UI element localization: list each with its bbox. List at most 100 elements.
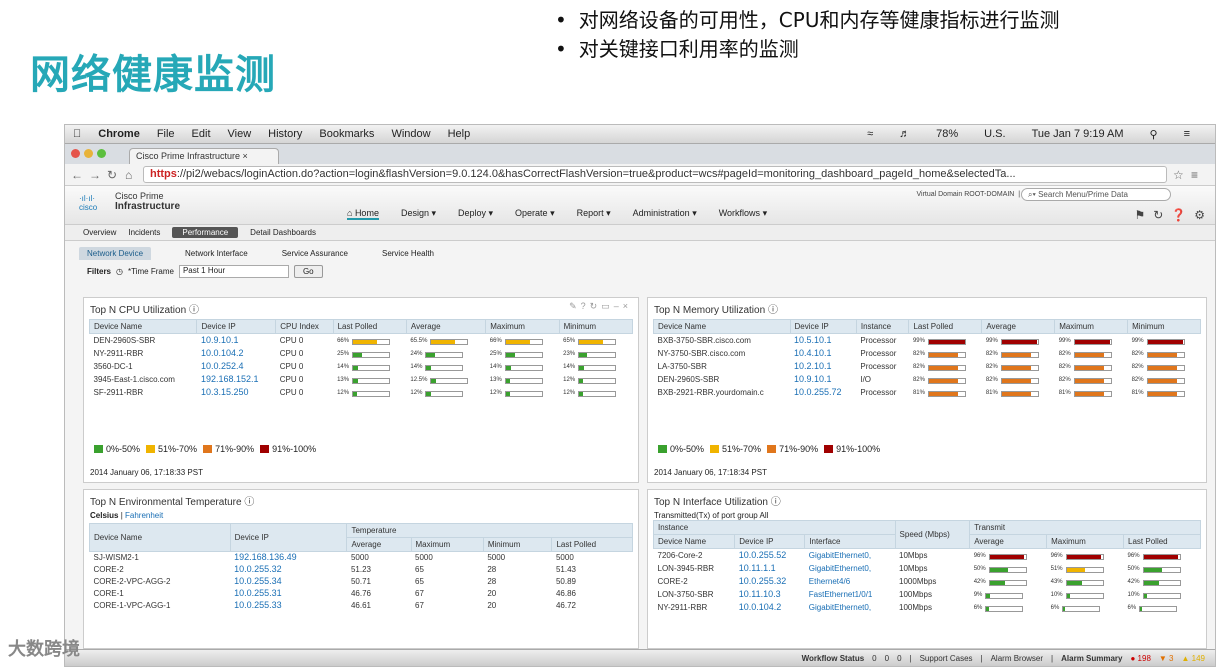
column-header[interactable]: Device IP xyxy=(196,319,277,334)
gear-icon[interactable]: ⚙ xyxy=(1194,208,1205,222)
reload-icon[interactable]: ↻ xyxy=(107,168,125,182)
device-ip-link[interactable]: 10.4.10.1 xyxy=(790,347,856,360)
menu-deploy[interactable]: Deploy ▾ xyxy=(458,208,493,220)
info-icon[interactable]: ⓘ xyxy=(771,497,781,508)
tab-network-interface[interactable]: Network Interface xyxy=(185,249,248,258)
menu-operate[interactable]: Operate ▾ xyxy=(515,208,555,220)
table-row[interactable]: LON-3750-SBR 10.11.10.3 FastEthernet1/0/1 1… xyxy=(654,588,1201,601)
table-row[interactable]: BXB-2921-RBR.yourdomain.c 10.0.255.72 Proc… xyxy=(654,386,1201,399)
settings-menu-icon[interactable]: ≡ xyxy=(1191,168,1209,182)
tab-overview[interactable]: Overview xyxy=(83,228,116,237)
menu-design[interactable]: Design ▾ xyxy=(401,208,436,220)
alarm-browser-link[interactable]: Alarm Browser xyxy=(991,654,1043,663)
menu-bookmarks[interactable]: Bookmarks xyxy=(319,128,374,140)
major-alarm-count[interactable]: ▼ 3 xyxy=(1159,654,1174,663)
interface-link[interactable]: GigabitEthernet0, xyxy=(805,549,895,563)
column-header[interactable]: Last Polled xyxy=(332,319,407,334)
column-header[interactable]: Last Polled xyxy=(551,537,633,552)
critical-alarm-count[interactable]: ● 198 xyxy=(1130,654,1150,663)
column-header[interactable]: Average xyxy=(346,537,412,552)
column-header[interactable]: Maximum xyxy=(1054,319,1129,334)
table-row[interactable]: CORE-1-VPC-AGG-1 10.0.255.33 46.61 67 20 46.7… xyxy=(90,600,633,612)
back-icon[interactable]: ← xyxy=(71,168,89,182)
column-header[interactable]: Interface xyxy=(804,534,896,549)
table-row[interactable]: NY-2911-RBR 10.0.104.2 CPU 0 25% 24% 25% 23% xyxy=(90,347,633,360)
column-header[interactable]: Average xyxy=(981,319,1056,334)
device-ip-link[interactable]: 10.0.255.52 xyxy=(735,549,805,563)
support-cases-link[interactable]: Support Cases xyxy=(920,654,973,663)
unit-fahrenheit[interactable]: Fahrenheit xyxy=(125,511,163,520)
workflow-count[interactable]: 0 xyxy=(872,654,876,663)
column-header[interactable]: Minimum xyxy=(482,537,553,552)
forward-icon[interactable]: → xyxy=(89,168,107,182)
menu-administration[interactable]: Administration ▾ xyxy=(633,208,697,220)
table-row[interactable]: NY-3750-SBR.cisco.com 10.4.10.1 Processor 8… xyxy=(654,347,1201,360)
info-icon[interactable]: ⓘ xyxy=(244,497,254,508)
device-ip-link[interactable]: 10.0.255.72 xyxy=(790,386,856,399)
column-header[interactable]: Device IP xyxy=(789,319,857,334)
table-row[interactable]: 7206-Core-2 10.0.255.52 GigabitEthernet0, 1… xyxy=(654,549,1201,563)
workflow-count[interactable]: 0 xyxy=(885,654,889,663)
volume-icon[interactable]: ♬ xyxy=(899,128,910,141)
menu-edit[interactable]: Edit xyxy=(192,128,211,140)
menu-file[interactable]: File xyxy=(157,128,175,140)
table-row[interactable]: DEN-2960S-SBR 10.9.10.1 I/O 82% 82% 82% 82% xyxy=(654,373,1201,386)
tab-performance[interactable]: Performance xyxy=(172,227,239,238)
device-ip-link[interactable]: 10.9.10.1 xyxy=(790,373,856,386)
input-flag[interactable]: U.S. xyxy=(984,128,1005,141)
column-header[interactable]: CPU Index xyxy=(275,319,334,334)
list-icon[interactable]: ≡ xyxy=(1184,128,1190,141)
device-ip-link[interactable]: 10.0.104.2 xyxy=(735,601,805,614)
go-button[interactable]: Go xyxy=(293,264,323,278)
device-ip-link[interactable]: 10.0.255.32 xyxy=(230,564,347,576)
device-ip-link[interactable]: 192.168.152.1 xyxy=(197,373,276,386)
column-header[interactable]: Maximum xyxy=(1046,534,1125,549)
browser-tab[interactable]: Cisco Prime Infrastructure × xyxy=(129,148,279,164)
search-input[interactable]: ⌕▾ Search Menu/Prime Data xyxy=(1021,188,1171,201)
interface-link[interactable]: GigabitEthernet0, xyxy=(805,601,895,614)
column-header[interactable]: Device Name xyxy=(88,319,198,334)
minimize-icon[interactable] xyxy=(84,149,93,158)
apple-icon[interactable]:  xyxy=(73,128,81,140)
column-header[interactable]: Last Polled xyxy=(908,319,983,334)
device-ip-link[interactable]: 10.11.1.1 xyxy=(735,562,805,575)
device-ip-link[interactable]: 10.0.255.32 xyxy=(735,575,805,588)
column-header[interactable]: Minimum xyxy=(558,319,634,334)
table-row[interactable]: 3945-East-1.cisco.com 192.168.152.1 CPU 0 1… xyxy=(90,373,633,386)
minor-alarm-count[interactable]: ▲ 149 xyxy=(1182,654,1206,663)
table-row[interactable]: BXB-3750-SBR.cisco.com 10.5.10.1 Processor… xyxy=(654,334,1201,348)
help-icon[interactable]: ❓ xyxy=(1171,208,1186,222)
device-ip-link[interactable]: 10.9.10.1 xyxy=(197,334,276,348)
column-header[interactable]: Device IP xyxy=(229,523,348,552)
table-row[interactable]: SJ-WISM2-1 192.168.136.49 5000 5000 5000 5000 xyxy=(90,552,633,564)
alarm-summary[interactable]: Alarm Summary xyxy=(1061,654,1122,663)
flag-icon[interactable]: ⚑ xyxy=(1134,208,1145,222)
tab-service-health[interactable]: Service Health xyxy=(382,249,434,258)
menu-report[interactable]: Report ▾ xyxy=(577,208,611,220)
device-ip-link[interactable]: 10.0.104.2 xyxy=(197,347,276,360)
table-row[interactable]: SF-2911-RBR 10.3.15.250 CPU 0 12% 12% 12% 12% xyxy=(90,386,633,399)
interface-link[interactable]: GigabitEthernet0, xyxy=(805,562,895,575)
panel-tools[interactable]: ✎?↻▭–× xyxy=(569,301,632,312)
tab-detail-dashboards[interactable]: Detail Dashboards xyxy=(250,228,316,237)
clock[interactable]: Tue Jan 7 9:19 AM xyxy=(1032,128,1124,141)
device-ip-link[interactable]: 10.5.10.1 xyxy=(790,334,856,348)
column-header[interactable]: Speed (Mbps) xyxy=(894,520,971,549)
address-input[interactable]: https://pi2/webacs/loginAction.do?action… xyxy=(143,166,1167,183)
menu-home[interactable]: ⌂ Home xyxy=(347,208,379,220)
time-frame-select[interactable]: Past 1 Hour xyxy=(178,264,289,278)
zoom-icon[interactable] xyxy=(97,149,106,158)
battery-level[interactable]: 78% xyxy=(936,128,958,141)
info-icon[interactable]: ⓘ xyxy=(189,305,199,316)
column-header[interactable]: Device Name xyxy=(89,523,231,552)
device-ip-link[interactable]: 10.3.15.250 xyxy=(197,386,276,399)
interface-link[interactable]: Ethernet4/6 xyxy=(805,575,895,588)
tab-incidents[interactable]: Incidents xyxy=(128,228,160,237)
table-row[interactable]: LON-3945-RBR 10.11.1.1 GigabitEthernet0, 10… xyxy=(654,562,1201,575)
menu-history[interactable]: History xyxy=(268,128,302,140)
column-header[interactable]: Average xyxy=(969,534,1048,549)
spotlight-icon[interactable]: ⚲ xyxy=(1150,128,1158,141)
workflow-status[interactable]: Workflow Status xyxy=(802,654,865,663)
column-header[interactable]: Instance xyxy=(855,319,910,334)
home-icon[interactable]: ⌂ xyxy=(125,168,143,182)
